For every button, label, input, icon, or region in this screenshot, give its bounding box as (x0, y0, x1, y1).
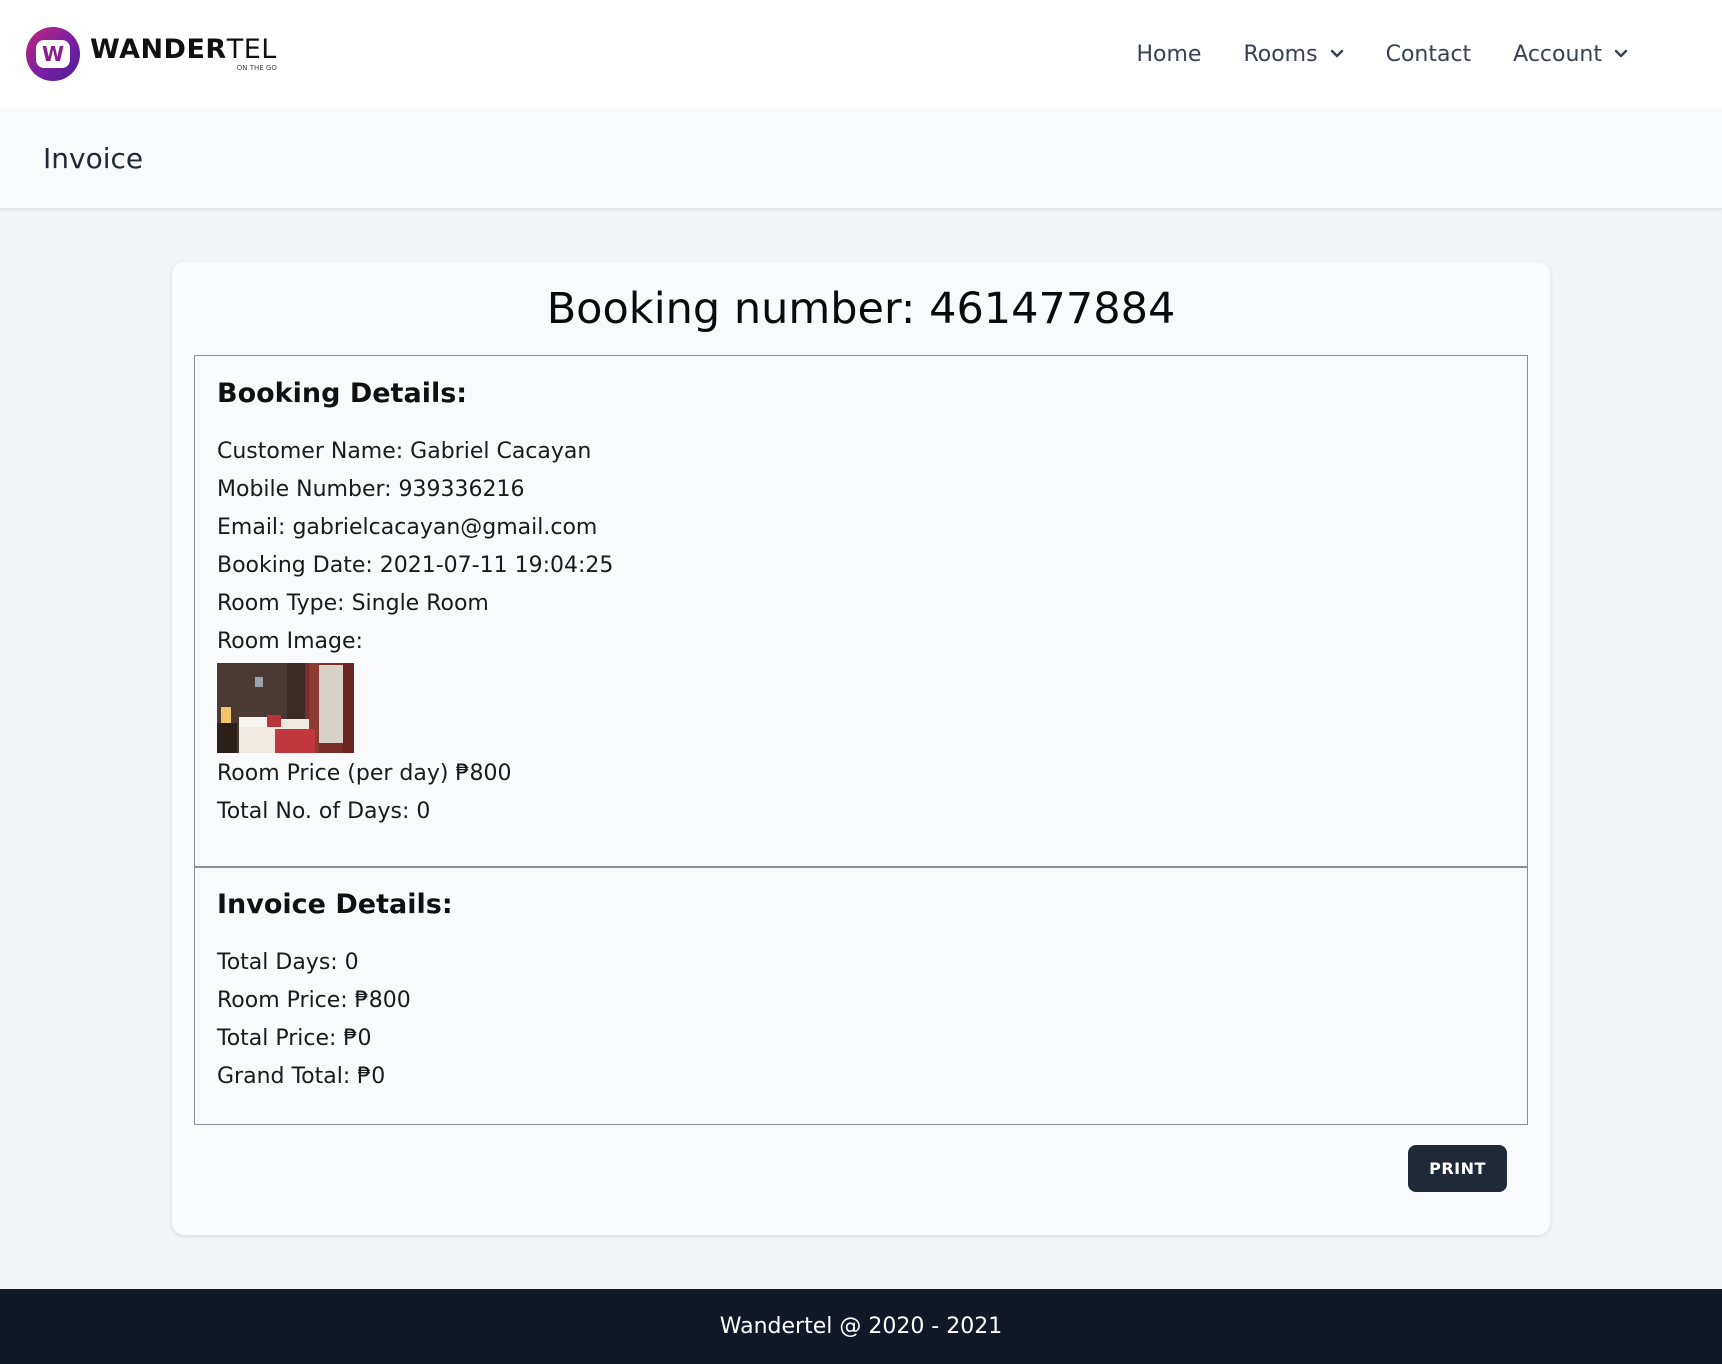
email: Email: gabrielcacayan@gmail.com (217, 515, 598, 540)
nav-item-label: Home (1136, 41, 1202, 67)
nav-item-rooms[interactable]: Rooms (1243, 42, 1343, 67)
grand-total: Grand Total: ₱0 (217, 1064, 386, 1089)
brand-name-bold: WANDER (90, 34, 227, 65)
nav-item-label: Rooms (1243, 41, 1318, 67)
brand-name: WANDERTEL (90, 36, 277, 63)
room-price-per-day: Room Price (per day) ₱800 (217, 761, 512, 786)
invoice-details-heading: Invoice Details: (217, 889, 453, 920)
room-type: Room Type: Single Room (217, 591, 489, 616)
brand-name-light: TEL (226, 34, 277, 65)
customer-name: Customer Name: Gabriel Cacayan (217, 439, 592, 464)
chevron-down-icon (1330, 49, 1343, 58)
mobile-number: Mobile Number: 939336216 (217, 477, 525, 502)
booking-details-panel: Booking Details: Customer Name: Gabriel … (194, 355, 1528, 868)
print-button[interactable]: PRINT (1408, 1145, 1507, 1192)
chevron-down-icon (1614, 49, 1628, 58)
invoice-card: Booking number: 461477884 Booking Detail… (172, 262, 1550, 1235)
total-days: Total Days: 0 (217, 950, 359, 975)
page-header: Invoice (0, 108, 1722, 209)
nav-item-account[interactable]: Account (1513, 42, 1628, 67)
room-image-illustration (217, 663, 354, 753)
brand-text: WANDERTEL ON THE GO (90, 36, 277, 72)
logo-letter: W (36, 40, 70, 68)
nav-item-home[interactable]: Home (1136, 42, 1201, 67)
footer-text: Wandertel @ 2020 - 2021 (719, 1314, 1003, 1339)
room-price: Room Price: ₱800 (217, 988, 411, 1013)
invoice-details-panel: Invoice Details: Total Days: 0 Room Pric… (194, 866, 1528, 1125)
total-price: Total Price: ₱0 (217, 1026, 372, 1051)
footer: Wandertel @ 2020 - 2021 (0, 1289, 1722, 1364)
brand-tagline: ON THE GO (236, 64, 277, 72)
main-nav: Home Rooms Contact Account (1136, 42, 1628, 67)
brand-logo-link[interactable]: W WANDERTEL ON THE GO (26, 27, 277, 81)
booking-details-heading: Booking Details: (217, 378, 468, 409)
total-no-of-days: Total No. of Days: 0 (217, 799, 431, 824)
nav-item-contact[interactable]: Contact (1386, 42, 1472, 67)
top-navbar: W WANDERTEL ON THE GO Home Rooms Contact… (0, 0, 1722, 108)
room-image-label: Room Image: (217, 629, 363, 654)
brand-logo-icon: W (26, 27, 80, 81)
nav-item-label: Account (1513, 41, 1602, 67)
page-title: Invoice (43, 141, 144, 175)
room-image (217, 663, 354, 753)
nav-item-label: Contact (1385, 41, 1472, 67)
booking-date: Booking Date: 2021-07-11 19:04:25 (217, 553, 614, 578)
booking-number: Booking number: 461477884 (546, 284, 1176, 334)
